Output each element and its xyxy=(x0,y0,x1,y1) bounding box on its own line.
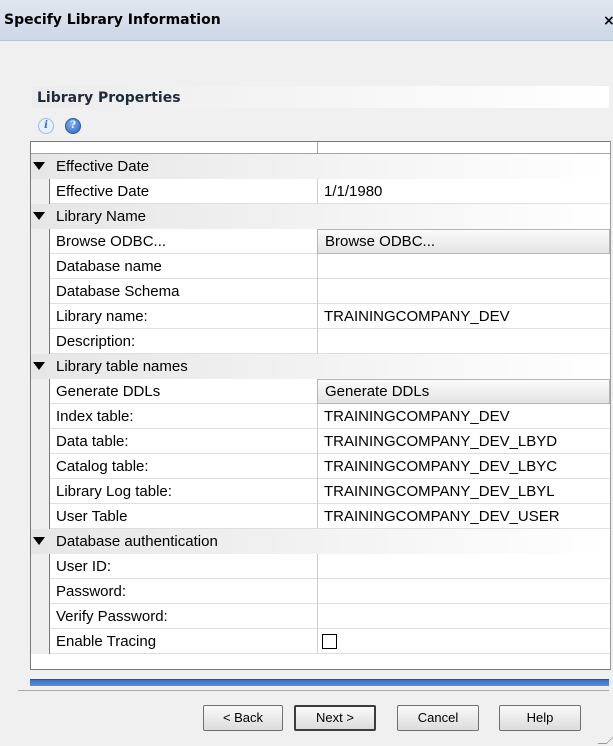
grid-header xyxy=(31,142,610,154)
library-log-table-value[interactable]: TRAININGCOMPANY_DEV_LBYL xyxy=(324,483,555,500)
collapse-triangle-icon[interactable] xyxy=(33,537,45,545)
category-database-authentication[interactable]: Database authentication xyxy=(31,529,610,554)
section-title: Library Properties xyxy=(37,90,181,106)
help-icon[interactable]: ? xyxy=(65,118,81,134)
category-library-table-names[interactable]: Library table names xyxy=(31,354,610,379)
library-properties-header: Library Properties xyxy=(32,86,609,108)
property-row-effective-date[interactable]: Effective Date 1/1/1980 xyxy=(31,179,610,204)
property-row-user-table[interactable]: User Table TRAININGCOMPANY_DEV_USER xyxy=(31,504,610,529)
close-button[interactable]: × xyxy=(603,13,613,29)
collapse-triangle-icon[interactable] xyxy=(33,212,45,220)
property-row-data-table[interactable]: Data table: TRAININGCOMPANY_DEV_LBYD xyxy=(31,429,610,454)
data-table-value[interactable]: TRAININGCOMPANY_DEV_LBYD xyxy=(324,433,557,450)
footer-divider xyxy=(18,690,609,691)
generate-ddls-button[interactable]: Generate DDLs xyxy=(317,379,610,404)
category-effective-date[interactable]: Effective Date xyxy=(31,154,610,179)
property-grid: Effective Date Effective Date 1/1/1980 L… xyxy=(30,141,611,670)
cancel-button[interactable]: Cancel xyxy=(397,705,479,731)
resize-grip-icon[interactable] xyxy=(597,735,613,744)
property-row-user-id[interactable]: User ID: xyxy=(31,554,610,579)
property-row-enable-tracing[interactable]: Enable Tracing xyxy=(31,629,610,654)
title-bar: Specify Library Information × xyxy=(0,0,613,41)
property-row-index-table[interactable]: Index table: TRAININGCOMPANY_DEV xyxy=(31,404,610,429)
property-row-password[interactable]: Password: xyxy=(31,579,610,604)
user-table-value[interactable]: TRAININGCOMPANY_DEV_USER xyxy=(324,508,560,525)
property-row-database-name[interactable]: Database name xyxy=(31,254,610,279)
enable-tracing-checkbox[interactable] xyxy=(322,634,337,649)
collapse-triangle-icon[interactable] xyxy=(33,362,45,370)
info-icon[interactable]: i xyxy=(38,118,54,134)
property-row-generate-ddls: Generate DDLs Generate DDLs xyxy=(31,379,610,404)
back-button[interactable]: < Back xyxy=(203,705,283,731)
property-row-database-schema[interactable]: Database Schema xyxy=(31,279,610,304)
property-row-library-name[interactable]: Library name: TRAININGCOMPANY_DEV xyxy=(31,304,610,329)
property-row-description[interactable]: Description: xyxy=(31,329,610,354)
next-button[interactable]: Next > xyxy=(294,705,376,731)
help-button[interactable]: Help xyxy=(499,705,581,731)
index-table-value[interactable]: TRAININGCOMPANY_DEV xyxy=(324,408,510,425)
horizontal-scrollbar[interactable] xyxy=(30,679,609,686)
category-library-name[interactable]: Library Name xyxy=(31,204,610,229)
collapse-triangle-icon[interactable] xyxy=(33,162,45,170)
effective-date-value[interactable]: 1/1/1980 xyxy=(324,183,382,200)
property-row-verify-password[interactable]: Verify Password: xyxy=(31,604,610,629)
window-title: Specify Library Information xyxy=(4,12,221,28)
catalog-table-value[interactable]: TRAININGCOMPANY_DEV_LBYC xyxy=(324,458,557,475)
property-row-browse-odbc: Browse ODBC... Browse ODBC... xyxy=(31,229,610,254)
library-name-value[interactable]: TRAININGCOMPANY_DEV xyxy=(324,308,510,325)
property-row-catalog-table[interactable]: Catalog table: TRAININGCOMPANY_DEV_LBYC xyxy=(31,454,610,479)
browse-odbc-button[interactable]: Browse ODBC... xyxy=(317,229,610,254)
property-row-library-log-table[interactable]: Library Log table: TRAININGCOMPANY_DEV_L… xyxy=(31,479,610,504)
